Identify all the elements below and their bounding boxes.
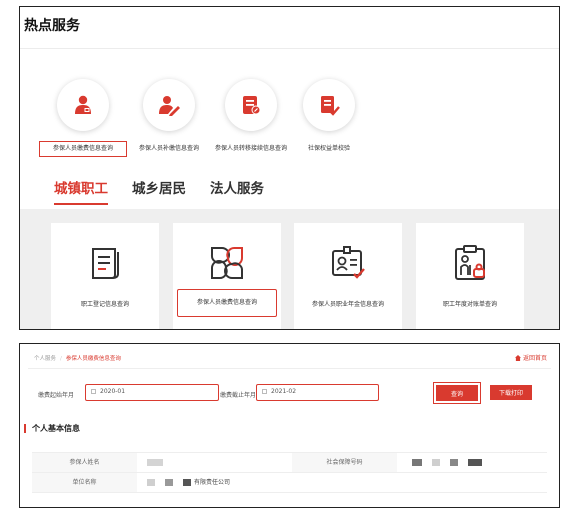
table-row: 参保人姓名 社会保障号码	[32, 453, 547, 473]
end-month-value: 2021-02	[271, 388, 297, 395]
company-suffix: 有限责任公司	[194, 479, 231, 486]
document-edit-icon	[225, 79, 277, 131]
id-card-check-icon	[332, 246, 365, 279]
card-contribution-info-query[interactable]: 参保人员缴费信息查询	[173, 223, 281, 329]
breadcrumb-separator: /	[60, 356, 62, 362]
redacted-block	[412, 459, 422, 466]
redacted-block	[147, 479, 155, 486]
divider	[20, 48, 559, 49]
breadcrumb-root[interactable]: 个人服务	[34, 356, 56, 362]
insured-name-value	[147, 453, 173, 472]
calendar-icon	[91, 389, 96, 394]
card-employee-registration-query[interactable]: 职工登记信息查询	[51, 223, 159, 329]
category-tabs: 城镇职工 城乡居民 法人服务	[54, 177, 264, 205]
tab-urban-employees[interactable]: 城镇职工	[54, 177, 108, 205]
divider	[28, 368, 551, 369]
calendar-icon	[262, 389, 267, 394]
card-label: 职工登记信息查询	[80, 301, 129, 308]
end-month-input[interactable]: 2021-02	[256, 384, 379, 401]
redacted-block	[183, 479, 191, 486]
tab-legal-entity-services[interactable]: 法人服务	[210, 177, 264, 205]
redacted-block	[432, 459, 440, 466]
card-annual-statement-query[interactable]: 职工年度对账单查询	[416, 223, 524, 329]
company-name-value: 有限责任公司	[147, 473, 230, 492]
section-title: 个人基本信息	[24, 424, 80, 433]
back-home-label: 返回首页	[522, 355, 547, 362]
breadcrumb: 个人服务 / 参保人员缴费信息查询	[34, 354, 121, 362]
service-label: 参保人员缴费信息查询	[39, 141, 127, 157]
service-label: 参保人员补缴信息查询	[138, 145, 199, 152]
card-label: 参保人员职业年金信息查询	[311, 301, 384, 308]
card-label: 参保人员缴费信息查询	[177, 289, 277, 317]
redacted-block	[450, 459, 458, 466]
social-security-number-label: 社会保障号码	[292, 453, 397, 472]
hot-services-title: 热点服务	[24, 18, 80, 34]
redacted-block	[147, 459, 163, 466]
service-label: 参保人员转移接续信息查询	[214, 145, 287, 152]
hot-services-panel: 热点服务 参保人员缴费信息查询 参保人员补缴信息查询 参保人员转移接续信息查询 …	[19, 6, 560, 330]
start-month-input[interactable]: 2020-01	[85, 384, 219, 401]
person-edit-icon	[143, 79, 195, 131]
elder-clipboard-icon	[455, 245, 485, 280]
query-button[interactable]: 查询	[436, 385, 478, 401]
service-label: 社保权益单校验	[307, 145, 350, 152]
service-supplement-query[interactable]: 参保人员补缴信息查询	[126, 79, 212, 153]
start-month-label: 缴费起始年月	[38, 392, 75, 399]
service-contribution-query[interactable]: 参保人员缴费信息查询	[39, 79, 127, 157]
company-name-label: 单位名称	[32, 473, 137, 492]
card-occupational-annuity-query[interactable]: 参保人员职业年金信息查询	[294, 223, 402, 329]
social-security-number-value	[412, 453, 492, 472]
contribution-query-panel: 个人服务 / 参保人员缴费信息查询 返回首页 缴费起始年月 2020-01 缴费截止…	[19, 343, 560, 508]
back-home-link[interactable]: 返回首页	[514, 353, 547, 362]
service-rights-verify[interactable]: 社保权益单校验	[286, 79, 372, 153]
query-button-highlight: 查询	[433, 382, 481, 404]
card-label: 职工年度对账单查询	[442, 301, 497, 308]
redacted-block	[165, 479, 173, 486]
scroll-document-icon	[92, 248, 119, 279]
table-row: 单位名称 有限责任公司	[32, 473, 547, 493]
breadcrumb-current: 参保人员缴费信息查询	[65, 356, 121, 362]
start-month-value: 2020-01	[100, 388, 126, 395]
four-petals-icon	[210, 246, 244, 280]
redacted-block	[468, 459, 482, 466]
service-transfer-query[interactable]: 参保人员转移接续信息查询	[208, 79, 294, 153]
document-check-icon	[303, 79, 355, 131]
home-icon	[514, 355, 521, 361]
download-print-button[interactable]: 下载打印	[490, 385, 532, 400]
tab-urban-rural-residents[interactable]: 城乡居民	[132, 177, 186, 205]
insured-name-label: 参保人姓名	[32, 453, 137, 472]
personal-info-table: 参保人姓名 社会保障号码 单位名称 有限责任公司	[32, 452, 547, 493]
end-month-label: 缴费截止年月	[220, 392, 257, 399]
person-id-icon	[57, 79, 109, 131]
